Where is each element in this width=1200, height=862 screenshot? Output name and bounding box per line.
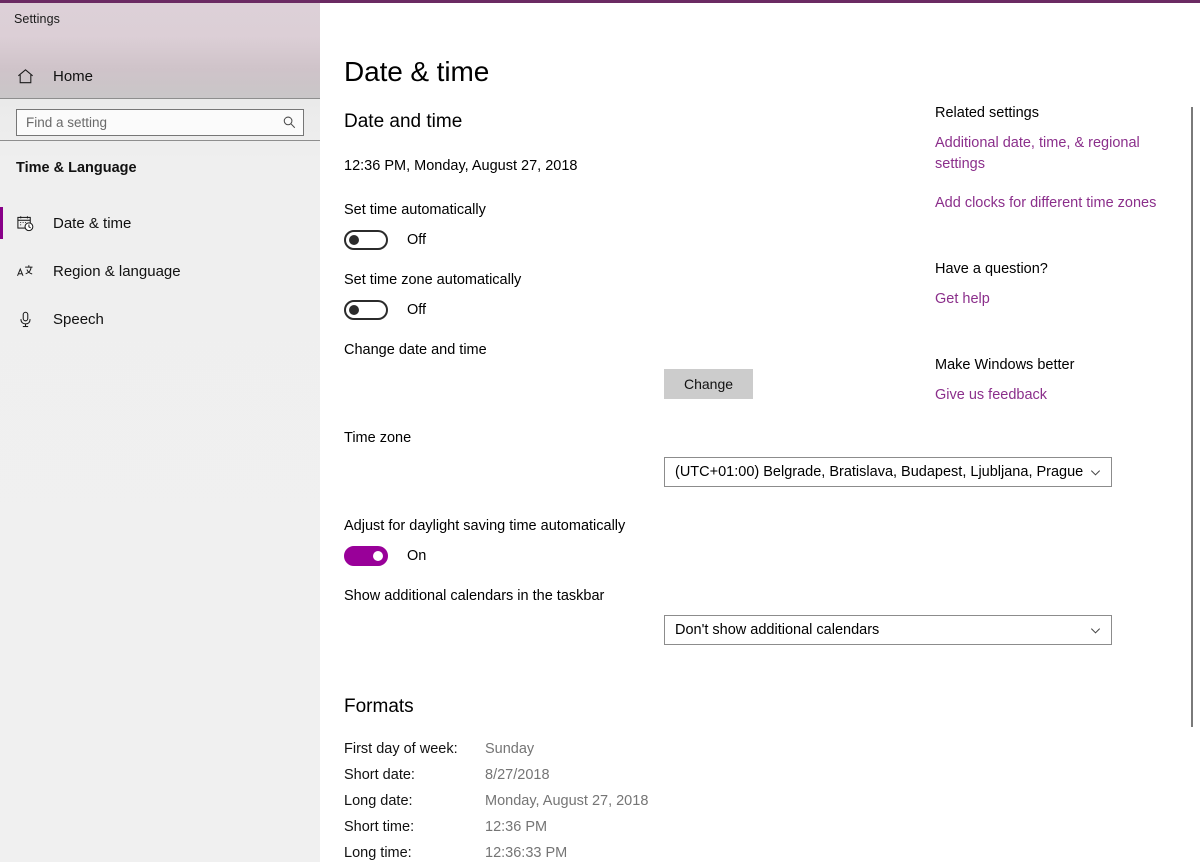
search-icon[interactable]: [281, 115, 297, 131]
chevron-down-icon[interactable]: [1087, 624, 1103, 637]
page-title: Date & time: [344, 56, 490, 87]
set-time-automatically-state: Off: [407, 232, 427, 248]
format-key: Short time:: [344, 819, 415, 835]
sidebar-category-heading: Time & Language: [16, 160, 137, 176]
section-heading-formats: Formats: [344, 696, 414, 717]
related-settings-heading: Related settings: [935, 105, 1039, 121]
calendar-clock-icon: [16, 214, 38, 233]
format-key: First day of week:: [344, 741, 458, 757]
change-date-and-time-label: Change date and time: [344, 342, 487, 358]
change-button[interactable]: Change: [664, 369, 753, 399]
link-get-help[interactable]: Get help: [935, 289, 1167, 310]
language-icon: [16, 262, 38, 281]
settings-window: Settings Home Time & Language: [0, 0, 1200, 862]
set-time-automatically-row: Off: [344, 230, 426, 250]
set-timezone-automatically-toggle[interactable]: [344, 300, 388, 320]
set-time-automatically-label: Set time automatically: [344, 202, 486, 218]
current-datetime-text: 12:36 PM, Monday, August 27, 2018: [344, 158, 578, 174]
sidebar-item-speech-label: Speech: [53, 310, 104, 328]
link-add-clocks[interactable]: Add clocks for different time zones: [935, 193, 1167, 214]
set-time-automatically-toggle[interactable]: [344, 230, 388, 250]
section-heading-date-and-time: Date and time: [344, 111, 463, 132]
daylight-saving-toggle[interactable]: [344, 546, 388, 566]
link-give-us-feedback[interactable]: Give us feedback: [935, 385, 1167, 406]
format-row: Long time: 12:36:33 PM: [344, 845, 764, 862]
sidebar-item-region-language-label: Region & language: [53, 262, 181, 280]
chevron-down-icon[interactable]: [1087, 466, 1103, 479]
format-key: Long time:: [344, 845, 412, 861]
format-value: 12:36:33 PM: [485, 845, 568, 861]
sidebar-item-date-time-label: Date & time: [53, 214, 132, 232]
format-value: 8/27/2018: [485, 767, 550, 783]
format-row: Long date: Monday, August 27, 2018: [344, 793, 764, 819]
search-input[interactable]: [26, 115, 281, 130]
search-box[interactable]: [16, 109, 304, 136]
formats-list: First day of week: Sunday Short date: 8/…: [344, 741, 764, 862]
format-row: Short time: 12:36 PM: [344, 819, 764, 845]
make-windows-better-heading: Make Windows better: [935, 357, 1075, 373]
main-content: Date & time Date and time 12:36 PM, Mond…: [320, 3, 1200, 862]
format-key: Long date:: [344, 793, 413, 809]
daylight-saving-label: Adjust for daylight saving time automati…: [344, 518, 626, 534]
sidebar-item-region-language[interactable]: Region & language: [0, 247, 320, 295]
home-icon: [16, 67, 38, 86]
additional-calendars-dropdown[interactable]: Don't show additional calendars: [664, 615, 1112, 645]
sidebar: Settings Home Time & Language: [0, 3, 320, 862]
format-key: Short date:: [344, 767, 415, 783]
set-timezone-automatically-row: Off: [344, 300, 426, 320]
microphone-icon: [16, 310, 38, 329]
sidebar-divider-search: [0, 140, 320, 141]
format-value: 12:36 PM: [485, 819, 548, 835]
time-zone-label: Time zone: [344, 430, 412, 446]
sidebar-divider-top: [0, 98, 320, 99]
sidebar-nav: Date & time Region & language Speech: [0, 199, 320, 343]
sidebar-item-home[interactable]: Home: [0, 61, 320, 91]
format-value: Monday, August 27, 2018: [485, 793, 649, 809]
sidebar-item-home-label: Home: [53, 67, 94, 85]
additional-calendars-label: Show additional calendars in the taskbar: [344, 588, 605, 604]
window-title: Settings: [14, 12, 60, 26]
set-timezone-automatically-label: Set time zone automatically: [344, 272, 522, 288]
time-zone-dropdown[interactable]: (UTC+01:00) Belgrade, Bratislava, Budape…: [664, 457, 1112, 487]
daylight-saving-row: On: [344, 546, 426, 566]
have-a-question-heading: Have a question?: [935, 261, 1048, 277]
scrollbar-thumb[interactable]: [1191, 107, 1193, 727]
format-row: Short date: 8/27/2018: [344, 767, 764, 793]
scrollbar[interactable]: [1183, 3, 1200, 862]
set-timezone-automatically-state: Off: [407, 302, 427, 318]
format-value: Sunday: [485, 741, 535, 757]
daylight-saving-state: On: [407, 548, 427, 564]
sidebar-item-date-time[interactable]: Date & time: [0, 199, 320, 247]
link-additional-date-time-regional[interactable]: Additional date, time, & regional settin…: [935, 133, 1167, 175]
format-row: First day of week: Sunday: [344, 741, 764, 767]
sidebar-item-speech[interactable]: Speech: [0, 295, 320, 343]
additional-calendars-value: Don't show additional calendars: [675, 622, 880, 638]
time-zone-value: (UTC+01:00) Belgrade, Bratislava, Budape…: [675, 464, 1084, 480]
